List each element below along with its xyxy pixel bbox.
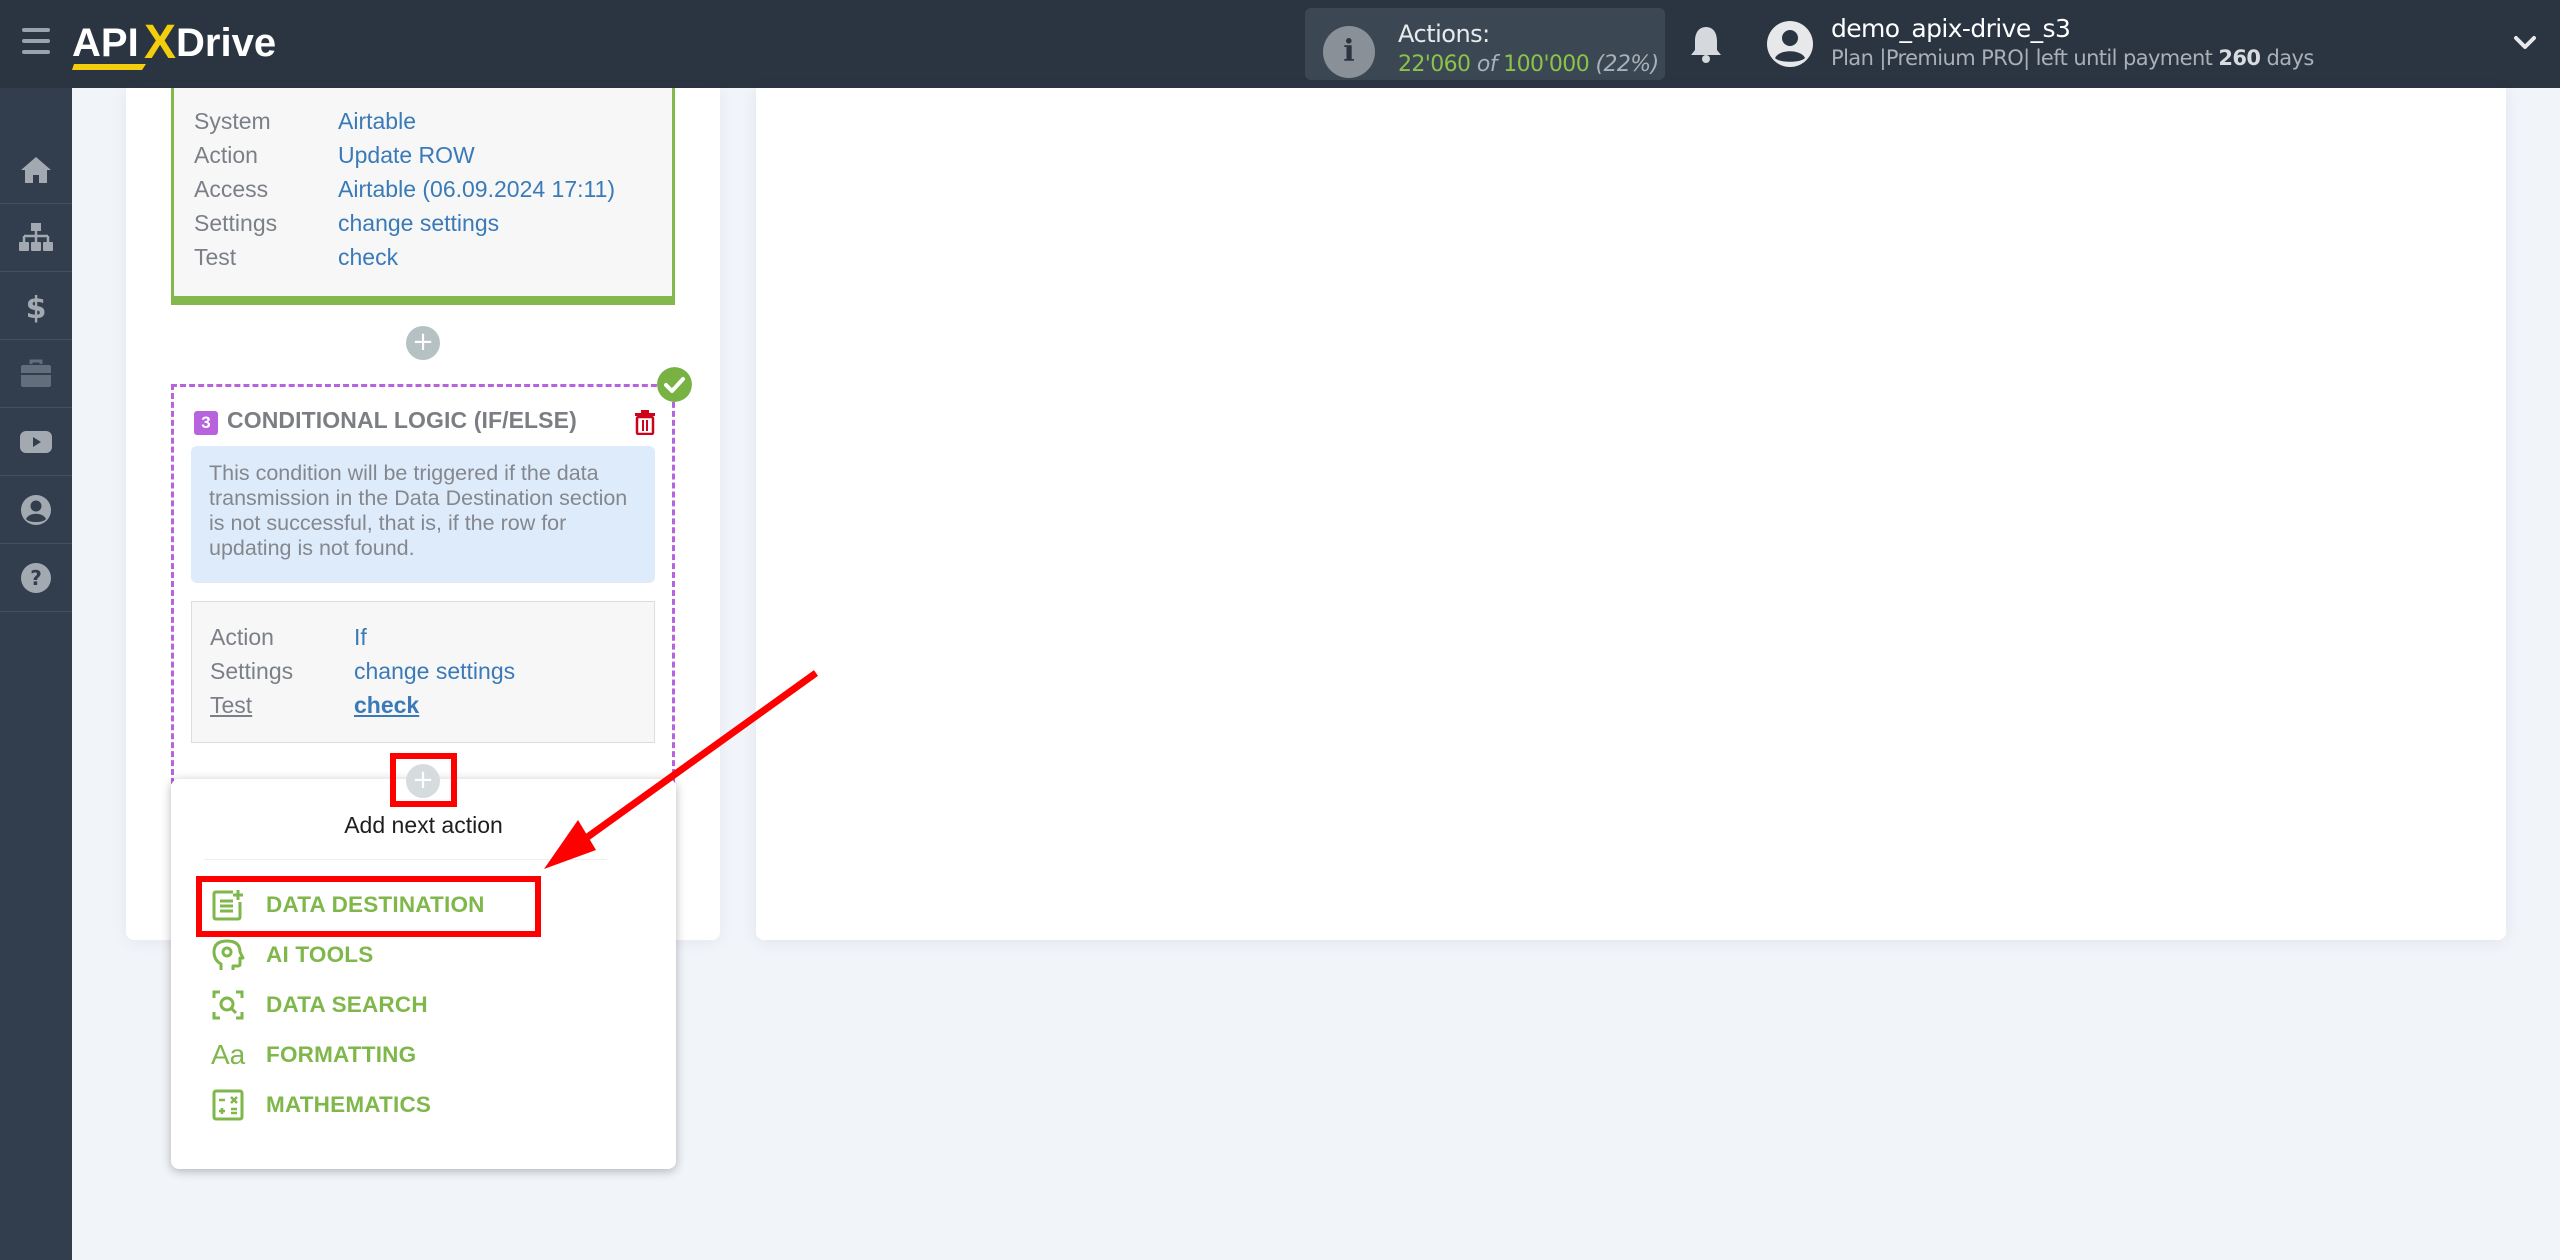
actions-label: Actions: [1398, 20, 1490, 48]
logo-text-drive: Drive [176, 21, 276, 65]
user-avatar-icon[interactable] [1766, 20, 1814, 68]
step-number-badge: 3 [194, 411, 218, 435]
logo-text-x: X [144, 16, 176, 69]
trash-icon[interactable] [634, 409, 656, 435]
plan-text: Plan |Premium PRO| left until payment [1831, 46, 2213, 70]
home-icon [21, 156, 51, 183]
ai-tools-icon [212, 939, 245, 970]
actions-of: of [1476, 52, 1498, 77]
svg-text:?: ? [30, 566, 42, 590]
conditional-logic-card: 3 CONDITIONAL LOGIC (IF/ELSE) This condi… [171, 384, 675, 784]
condition-row-action: Action If [210, 620, 515, 654]
change-settings-link[interactable]: change settings [354, 654, 515, 688]
top-header: API X Drive i Actions: 22'060 of 100'000… [0, 0, 2560, 88]
sidebar-item-home[interactable] [0, 136, 72, 204]
menu-item-data-search[interactable]: DATA SEARCH [211, 985, 428, 1025]
formatting-icon: Aa [211, 1039, 246, 1070]
user-plan: Plan |Premium PRO| left until payment 26… [1831, 46, 2314, 70]
info-icon: i [1323, 26, 1375, 78]
menu-item-label: AI TOOLS [266, 942, 374, 967]
success-check-icon [657, 367, 692, 402]
row-value[interactable]: Update ROW [338, 138, 475, 172]
briefcase-icon [21, 359, 51, 387]
days-suffix: days [2266, 46, 2315, 70]
menu-item-formatting[interactable]: Aa FORMATTING [211, 1035, 416, 1075]
row-key: Access [194, 176, 269, 202]
change-settings-link[interactable]: change settings [338, 206, 499, 240]
question-circle-icon: ? [21, 562, 51, 593]
menu-icon[interactable] [22, 28, 50, 54]
condition-row-test: Test check [210, 688, 515, 722]
days-left: 260 [2218, 46, 2261, 70]
youtube-icon [20, 430, 52, 453]
popup-title: Add next action [344, 812, 503, 838]
sidebar-item-tools[interactable] [0, 340, 72, 408]
menu-item-label: MATHEMATICS [266, 1092, 432, 1117]
condition-row-settings: Settings change settings [210, 654, 515, 688]
actions-used: 22'060 [1398, 52, 1471, 77]
details-panel [756, 88, 2506, 940]
svg-text:$: $ [26, 291, 47, 324]
row-key: Action [194, 142, 258, 168]
row-key: Settings [194, 210, 278, 236]
card-title: CONDITIONAL LOGIC (IF/ELSE) [227, 407, 577, 433]
sidebar: $ ? [0, 88, 72, 1260]
add-action-button[interactable]: + [406, 326, 440, 360]
apix-drive-logo[interactable]: API X Drive [72, 14, 302, 74]
sidebar-item-account[interactable] [0, 476, 72, 544]
condition-settings: Action If Settings change settings Test che… [191, 601, 655, 743]
bell-icon[interactable] [1688, 24, 1724, 64]
menu-item-label: DATA SEARCH [266, 992, 428, 1017]
destination-row-action: Action Update ROW [194, 138, 615, 172]
add-next-action-popup: Add next action DATA DESTINATION AI TOOL… [171, 779, 676, 1169]
actions-total: 100'000 [1503, 52, 1590, 77]
destination-details: System Airtable Action Update ROW Access Ai… [194, 104, 615, 274]
row-key: System [194, 108, 271, 134]
actions-usage: 22'060 of 100'000 (22%) [1398, 52, 1659, 77]
menu-item-ai-tools[interactable]: AI TOOLS [211, 935, 373, 975]
destination-row-system: System Airtable [194, 104, 615, 138]
dollar-icon: $ [26, 291, 47, 324]
destination-card: System Airtable Action Update ROW Access Ai… [171, 88, 675, 305]
highlight-data-destination [196, 876, 541, 937]
user-circle-icon [21, 494, 51, 525]
destination-row-settings: Settings change settings [194, 206, 615, 240]
check-link[interactable]: check [354, 688, 419, 722]
destination-row-access: Access Airtable (06.09.2024 17:11) [194, 172, 615, 206]
row-value[interactable]: If [354, 620, 367, 654]
user-name[interactable]: demo_apix-drive_s3 [1831, 14, 2071, 43]
sidebar-item-help[interactable]: ? [0, 544, 72, 612]
menu-item-mathematics[interactable]: MATHEMATICS [211, 1085, 431, 1125]
destination-row-test: Test check [194, 240, 615, 274]
row-value[interactable]: Airtable [338, 104, 416, 138]
check-link[interactable]: check [338, 240, 398, 274]
row-key: Settings [210, 658, 294, 684]
sitemap-icon [19, 222, 53, 251]
sidebar-item-connections[interactable] [0, 204, 72, 272]
actions-percent: (22%) [1595, 52, 1660, 77]
row-key: Test [210, 692, 253, 718]
row-value[interactable]: Airtable (06.09.2024 17:11) [338, 172, 615, 206]
sidebar-item-billing[interactable]: $ [0, 272, 72, 340]
row-key: Test [194, 244, 237, 270]
highlight-add-button [390, 753, 457, 807]
row-key: Action [210, 624, 274, 650]
sidebar-item-videos[interactable] [0, 408, 72, 476]
menu-item-label: FORMATTING [266, 1042, 417, 1067]
chevron-down-icon[interactable] [2512, 30, 2538, 56]
data-search-icon [212, 990, 244, 1020]
logo-text-api: API [72, 21, 139, 65]
condition-note: This condition will be triggered if the … [191, 446, 655, 583]
mathematics-icon [212, 1089, 244, 1121]
divider [204, 859, 607, 860]
actions-usage-box[interactable]: i Actions: 22'060 of 100'000 (22%) [1305, 8, 1665, 80]
